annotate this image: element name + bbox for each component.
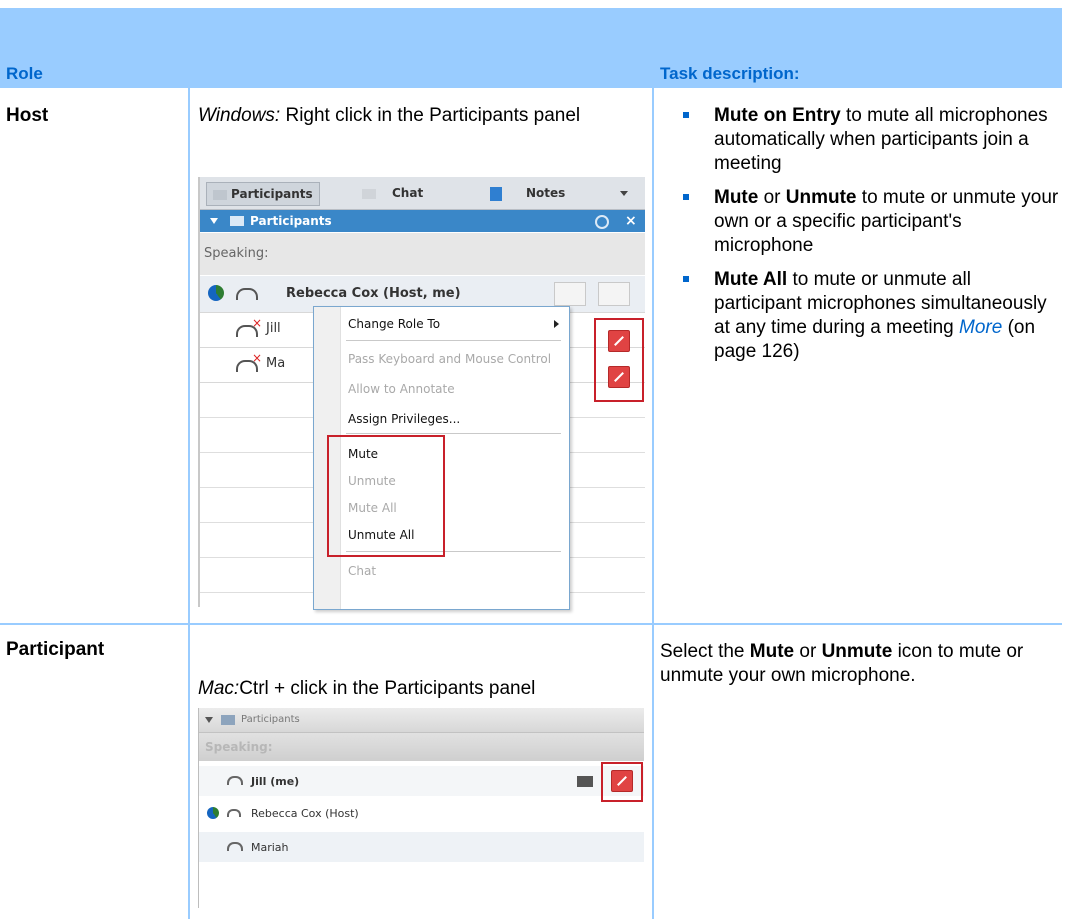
notes-icon [490,186,502,201]
participant-row-me[interactable]: Jill (me) [199,766,644,796]
role-host: Host [6,105,49,126]
menu-separator [346,433,561,434]
tab-notes[interactable]: Notes [490,182,565,204]
more-link[interactable]: More [959,317,1002,338]
globe-icon [207,807,219,819]
column-divider-2 [652,8,654,919]
bullet-icon [683,194,689,200]
globe-icon [208,285,224,301]
mute-buttons-highlight [594,318,644,402]
participant-name: Jill (me) [251,775,300,788]
muted-microphone-icon[interactable] [608,366,630,388]
menu-item-allow-annotate[interactable]: Allow to Annotate [348,382,455,396]
participant-instruction: Mac:Ctrl + click in the Participants pan… [198,677,648,701]
participant-task-description: Select the Mute or Unmute icon to mute o… [660,640,1060,688]
tab-label: Participants [231,187,313,201]
muted-microphone-icon[interactable] [611,770,633,792]
mac-speaking-bar: Speaking: [199,733,644,761]
participants-panel-titlebar: Participants × [200,210,645,232]
tab-label: Notes [526,186,566,200]
participants-icon [221,715,235,725]
role-participant: Participant [6,639,105,660]
panel-tabs: Participants Chat Notes [200,177,645,210]
muted-headset-icon [227,776,243,785]
bullet-icon [683,276,689,282]
header-task-description: Task description: [660,64,800,83]
list-item: Mute or Unmute to mute or unmute your ow… [660,186,1060,258]
participant-name: Rebecca Cox (Host, me) [286,286,461,301]
microphone-icon[interactable] [598,282,630,306]
participant-name: Ma [266,356,286,371]
mute-menu-highlight [327,435,445,557]
host-instruction-text: Right click in the Participants panel [280,105,581,126]
gear-icon[interactable] [595,215,609,229]
list-item: Mute on Entry to mute all microphones au… [660,104,1060,176]
term-mute-on-entry: Mute on Entry [714,105,841,126]
participant-name: Jill [266,321,281,336]
table-header: Role Task description: [0,8,1062,88]
host-task-list: Mute on Entry to mute all microphones au… [660,104,1060,374]
participant-name: Rebecca Cox (Host) [251,807,359,820]
collapse-triangle-icon[interactable] [210,218,218,224]
submenu-arrow-icon [554,320,559,328]
list-item: Mute All to mute or unmute all participa… [660,268,1060,364]
menu-separator [346,340,561,341]
term-mute: Mute [749,641,795,662]
os-label-windows: Windows: [198,105,281,126]
bullet-text: or [758,187,786,208]
menu-item-chat[interactable]: Chat [348,564,376,578]
desc-text: or [794,641,822,662]
muted-headset-icon [227,842,243,851]
header-role: Role [6,64,43,83]
mac-participants-screenshot: Participants Speaking: Jill (me) Rebecca… [198,708,644,908]
menu-item-assign-privileges[interactable]: Assign Privileges... [348,412,460,426]
mac-mute-button-highlight [601,762,643,802]
row-divider [0,623,1062,625]
panel-title: Participants [241,714,300,725]
panel-title: Participants [250,214,332,228]
speaking-bar: Speaking: [200,233,645,275]
chevron-down-icon[interactable] [620,191,628,196]
host-instruction: Windows: Right click in the Participants… [198,104,638,128]
participant-row[interactable]: Mariah [199,832,644,862]
close-icon[interactable]: × [625,210,637,232]
tab-chat[interactable]: Chat [362,182,423,204]
speaking-label: Speaking: [204,246,269,261]
term-unmute: Unmute [785,187,857,208]
chat-icon [362,188,376,199]
collapse-triangle-icon[interactable] [205,717,213,723]
term-mute: Mute [714,187,759,208]
term-unmute: Unmute [821,641,893,662]
participants-icon [230,216,244,226]
os-label-mac: Mac: [198,678,240,699]
headset-icon [227,809,241,817]
participant-row[interactable]: Rebecca Cox (Host) [199,798,644,828]
column-divider-1 [188,8,190,919]
desc-text: Select the [660,641,750,662]
tab-participants[interactable]: Participants [206,182,320,206]
muted-x-icon: × [252,351,263,365]
participant-instruction-text: Ctrl + click in the Participants panel [239,678,536,699]
menu-item-pass-control[interactable]: Pass Keyboard and Mouse Control [348,352,551,366]
mac-panel-titlebar: Participants [199,708,644,733]
participant-name: Mariah [251,841,289,854]
term-mute-all: Mute All [714,269,788,290]
bullet-icon [683,112,689,118]
muted-x-icon: × [252,316,263,330]
headset-icon [236,288,258,300]
speaking-label: Speaking: [205,740,273,754]
video-icon[interactable] [577,776,593,787]
muted-microphone-icon[interactable] [608,330,630,352]
menu-item-change-role[interactable]: Change Role To [348,317,440,331]
video-icon[interactable] [554,282,586,306]
participants-icon [213,189,227,200]
tab-label: Chat [392,186,424,200]
